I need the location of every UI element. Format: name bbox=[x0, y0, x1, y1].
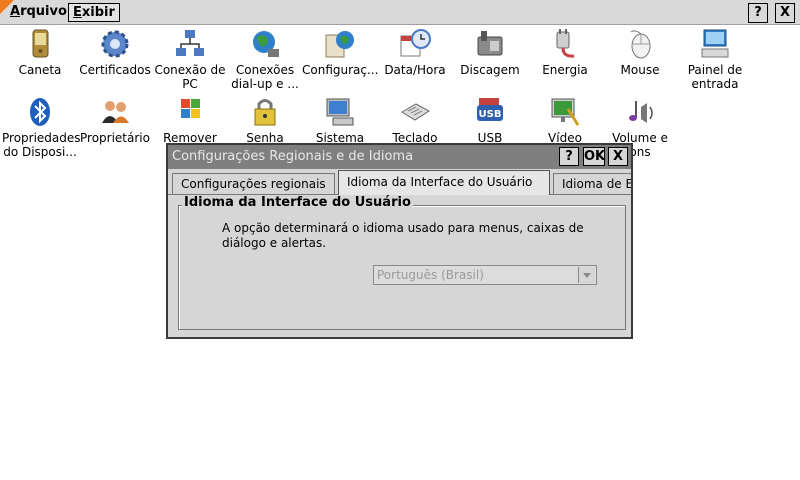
control-item-discagem[interactable]: Discagem bbox=[452, 27, 528, 77]
usb-icon: USB bbox=[477, 98, 503, 121]
control-item-video[interactable]: Vídeo bbox=[527, 95, 603, 145]
menu-arquivo[interactable]: Arquivo bbox=[6, 3, 71, 22]
globe-network-icon bbox=[253, 31, 279, 57]
control-item-energia[interactable]: Energia bbox=[527, 27, 603, 77]
control-item-label: Data/Hora bbox=[384, 63, 446, 77]
input-panel-icon bbox=[701, 29, 729, 58]
control-item-configuracoes[interactable]: Configuraç... bbox=[302, 27, 378, 77]
menu-exibir[interactable]: Exibir bbox=[68, 3, 120, 22]
control-item-label: Proprietário bbox=[80, 131, 150, 145]
tab-idioma-entrada[interactable]: Idioma de E bbox=[553, 173, 631, 195]
control-item-conexoes-dialup[interactable]: Conexões dial-up e ... bbox=[227, 27, 303, 91]
control-item-mouse[interactable]: Mouse bbox=[602, 27, 678, 77]
control-item-usb[interactable]: USB USB bbox=[452, 95, 528, 145]
phone-icon bbox=[477, 31, 503, 56]
help-button[interactable]: ? bbox=[748, 3, 768, 23]
control-item-bluetooth[interactable]: Propriedades do Disposi... bbox=[2, 95, 81, 159]
control-item-label: Caneta bbox=[18, 63, 62, 77]
dialog-close-button[interactable]: X bbox=[608, 147, 628, 166]
owner-people-icon bbox=[102, 101, 129, 123]
control-item-label: Configuraç... bbox=[302, 63, 379, 77]
dialog-ok-button[interactable]: OK bbox=[583, 147, 605, 166]
control-item-label: Conexão de PC bbox=[154, 63, 226, 91]
tab-configuracoes-regionais[interactable]: Configurações regionais bbox=[172, 173, 335, 195]
menu-arquivo-label: rquivo bbox=[20, 4, 67, 19]
tab-idioma-interface[interactable]: Idioma da Interface do Usuário bbox=[338, 170, 550, 195]
power-plug-icon bbox=[556, 29, 575, 58]
calendar-clock-icon bbox=[400, 29, 431, 57]
ui-language-group-title: Idioma da Interface do Usuário bbox=[182, 195, 413, 210]
menu-bar: Arquivo Exibir ? X bbox=[0, 0, 800, 25]
gear-certificate-icon bbox=[101, 30, 129, 58]
windows-remove-icon bbox=[181, 99, 200, 118]
system-computer-icon bbox=[326, 98, 354, 126]
control-item-certificados[interactable]: Certificados bbox=[77, 27, 153, 77]
control-item-label: Propriedades do Disposi... bbox=[2, 131, 81, 159]
menu-arquivo-mnemonic: A bbox=[10, 4, 21, 19]
pc-network-icon bbox=[176, 30, 204, 56]
control-item-label: Certificados bbox=[79, 63, 151, 77]
menu-exibir-label: xibir bbox=[81, 5, 115, 20]
control-item-sistema[interactable]: Sistema bbox=[302, 95, 378, 145]
ui-language-select-value: Português (Brasil) bbox=[377, 268, 484, 282]
display-icon bbox=[551, 98, 580, 126]
svg-text:USB: USB bbox=[479, 109, 502, 120]
dialog-tab-strip: Configurações regionais Idioma da Interf… bbox=[168, 169, 631, 195]
bluetooth-icon bbox=[30, 98, 50, 126]
dialog-title: Configurações Regionais e de Idioma bbox=[172, 149, 414, 164]
control-item-conexao-pc[interactable]: Conexão de PC bbox=[152, 27, 228, 91]
password-lock-icon bbox=[254, 99, 276, 126]
control-item-teclado[interactable]: Teclado bbox=[377, 95, 453, 145]
control-item-painel-entrada[interactable]: Painel de entrada bbox=[677, 27, 753, 91]
mouse-icon bbox=[630, 30, 651, 59]
control-item-caneta[interactable]: Caneta bbox=[2, 27, 78, 77]
control-item-data-hora[interactable]: Data/Hora bbox=[377, 27, 453, 77]
chevron-down-icon[interactable] bbox=[578, 267, 595, 283]
keyboard-icon bbox=[401, 103, 430, 121]
control-item-label: Mouse bbox=[620, 63, 660, 77]
menu-exibir-mnemonic: E bbox=[73, 5, 82, 20]
volume-sound-icon bbox=[629, 101, 653, 123]
dialog-help-button[interactable]: ? bbox=[559, 147, 579, 166]
globe-config-icon bbox=[325, 31, 354, 58]
control-item-label: Discagem bbox=[460, 63, 520, 77]
ui-language-select[interactable]: Português (Brasil) bbox=[373, 265, 597, 285]
ui-language-description: A opção determinará o idioma usado para … bbox=[222, 221, 584, 250]
control-item-label: Conexões dial-up e ... bbox=[231, 63, 299, 91]
pen-pda-icon bbox=[32, 29, 49, 58]
control-item-label: Energia bbox=[542, 63, 588, 77]
close-window-button[interactable]: X bbox=[775, 3, 795, 23]
dialog-title-bar[interactable]: Configurações Regionais e de Idioma ? OK… bbox=[168, 145, 631, 169]
control-item-proprietario[interactable]: Proprietário bbox=[77, 95, 153, 145]
control-item-senha[interactable]: Senha bbox=[227, 95, 303, 145]
regional-settings-dialog: Configurações Regionais e de Idioma ? OK… bbox=[166, 143, 633, 339]
control-item-label: Painel de entrada bbox=[687, 63, 743, 91]
